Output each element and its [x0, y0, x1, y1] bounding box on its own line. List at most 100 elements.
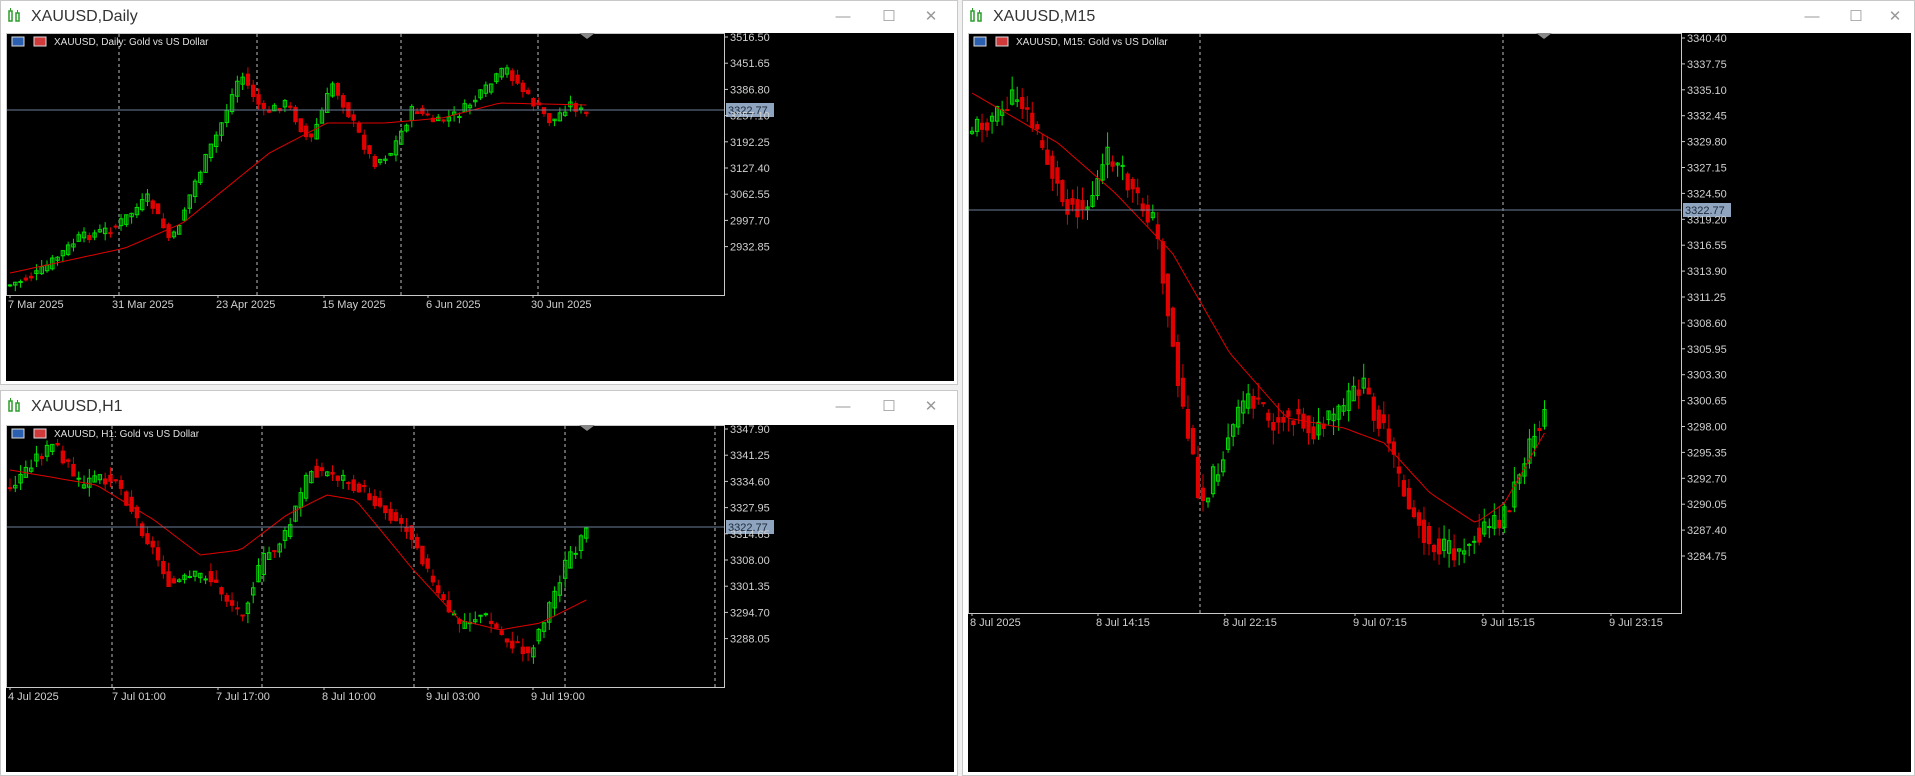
candle-body: [573, 552, 578, 555]
candle-body: [399, 518, 404, 524]
close-button[interactable]: ✕: [919, 396, 943, 418]
candle-body: [256, 94, 261, 105]
candle-body: [288, 105, 293, 108]
price-axis-label: 3316.55: [1687, 240, 1727, 252]
trade-icon[interactable]: [11, 428, 25, 439]
titlebar[interactable]: XAUUSD,H1 — ☐ ✕: [1, 391, 957, 423]
titlebar[interactable]: XAUUSD,Daily — ☐ ✕: [1, 1, 957, 33]
candle-body: [145, 533, 150, 545]
depth-of-market-icon[interactable]: [33, 36, 47, 47]
price-axis-label: 3340.40: [1687, 33, 1727, 45]
candle-body: [1396, 466, 1401, 474]
window-title: XAUUSD,H1: [31, 398, 123, 415]
chart-window-m15[interactable]: XAUUSD,M15 — ☐ ✕ XAUUSD, M15: Gold vs US…: [962, 0, 1915, 776]
price-axis-label: 3298.00: [1687, 422, 1727, 434]
candle-body: [383, 505, 388, 514]
close-button[interactable]: ✕: [919, 6, 943, 28]
candle-body: [208, 571, 214, 583]
price-axis-label: 3347.90: [730, 425, 770, 436]
price-chart[interactable]: XAUUSD, M15: Gold vs US Dollar 3340.40 333…: [968, 33, 1911, 772]
candle-body: [520, 82, 526, 93]
candle-body: [251, 84, 256, 98]
time-axis-label: 8 Jul 10:00: [322, 691, 376, 703]
candle-body: [293, 106, 298, 123]
candle-body: [150, 200, 155, 209]
price-axis-label: 3288.05: [730, 634, 770, 646]
chart-shift-marker[interactable]: [579, 425, 595, 431]
chart-shift-marker[interactable]: [579, 33, 595, 39]
time-axis-label: 31 Mar 2025: [112, 299, 174, 311]
candle-body: [510, 70, 515, 82]
candle-body: [139, 523, 145, 537]
minimize-button[interactable]: —: [831, 396, 855, 418]
candle-body: [362, 134, 367, 150]
candle-body: [266, 110, 272, 113]
depth-of-market-icon[interactable]: [33, 428, 47, 439]
candle-body: [1371, 396, 1376, 421]
candle-body: [60, 450, 66, 464]
candle-body: [499, 630, 504, 635]
maximize-button[interactable]: ☐: [877, 396, 901, 418]
trade-icon[interactable]: [973, 36, 987, 47]
chart-window-h1[interactable]: XAUUSD,H1 — ☐ ✕ XAUUSD, H1: Gold vs US D…: [0, 390, 958, 776]
chart-area[interactable]: XAUUSD, H1: Gold vs US Dollar 3347.90 3341…: [6, 425, 954, 772]
time-axis-label: 9 Jul 19:00: [531, 691, 585, 703]
time-axis-label: 9 Jul 15:15: [1481, 617, 1535, 629]
candle-body: [319, 467, 325, 472]
time-axis-label: 7 Jul 17:00: [216, 691, 270, 703]
candle-body: [1135, 187, 1140, 194]
candle-body: [404, 527, 409, 532]
candle-body: [108, 474, 113, 482]
maximize-button[interactable]: ☐: [877, 6, 901, 28]
candle-body: [214, 579, 219, 583]
candle-body: [1165, 273, 1170, 317]
candle-body: [1286, 410, 1291, 417]
chart-area[interactable]: XAUUSD, Daily: Gold vs US Dollar 3516.50 3…: [6, 33, 954, 381]
candle-body: [245, 73, 251, 86]
minimize-button[interactable]: —: [831, 6, 855, 28]
candle-body: [525, 89, 531, 94]
candlestick-icon: [8, 398, 20, 412]
candle-body: [261, 102, 266, 109]
trade-icon[interactable]: [11, 36, 25, 47]
candle-body: [488, 620, 494, 625]
price-axis-label: 3386.80: [730, 84, 770, 96]
price-chart[interactable]: XAUUSD, Daily: Gold vs US Dollar 3516.50 3…: [6, 33, 954, 381]
moving-average-line: [9, 469, 587, 631]
minimize-button[interactable]: —: [1800, 6, 1824, 28]
candle-body: [1411, 507, 1417, 518]
candle-body: [298, 118, 303, 133]
candle-body: [23, 277, 29, 281]
candle-body: [351, 479, 356, 491]
candle-body: [7, 487, 13, 490]
candle-body: [1416, 512, 1422, 526]
candle-body: [224, 595, 229, 602]
maximize-button[interactable]: ☐: [1844, 6, 1868, 28]
depth-of-market-icon[interactable]: [995, 36, 1009, 47]
candle-body: [1291, 420, 1296, 426]
titlebar[interactable]: XAUUSD,M15 — ☐ ✕: [963, 1, 1914, 33]
candle-body: [515, 641, 520, 644]
candle-body: [1145, 204, 1150, 223]
candle-body: [229, 600, 235, 606]
candle-body: [235, 607, 240, 610]
candle-body: [28, 275, 34, 279]
candle-body: [113, 225, 118, 228]
price-axis-label: 3294.70: [730, 607, 770, 619]
candle-body: [1386, 428, 1391, 444]
candle-body: [1366, 387, 1371, 395]
candle-body: [520, 646, 526, 655]
candle-body: [1401, 480, 1406, 497]
price-chart[interactable]: XAUUSD, H1: Gold vs US Dollar 3347.90 3341…: [6, 425, 954, 772]
chart-shift-marker[interactable]: [1536, 33, 1552, 39]
chart-area[interactable]: XAUUSD, M15: Gold vs US Dollar 3340.40 333…: [968, 33, 1911, 772]
candle-body: [1381, 414, 1386, 424]
chart-window-daily[interactable]: XAUUSD,Daily — ☐ ✕ XAUUSD, Daily: Gold v…: [0, 0, 958, 385]
time-axis-label: 6 Jun 2025: [426, 299, 480, 311]
close-button[interactable]: ✕: [1883, 6, 1907, 28]
candle-body: [430, 575, 436, 583]
candle-body: [1311, 426, 1316, 440]
candle-body: [414, 111, 420, 115]
candle-body: [65, 459, 71, 462]
candle-body: [76, 477, 81, 480]
